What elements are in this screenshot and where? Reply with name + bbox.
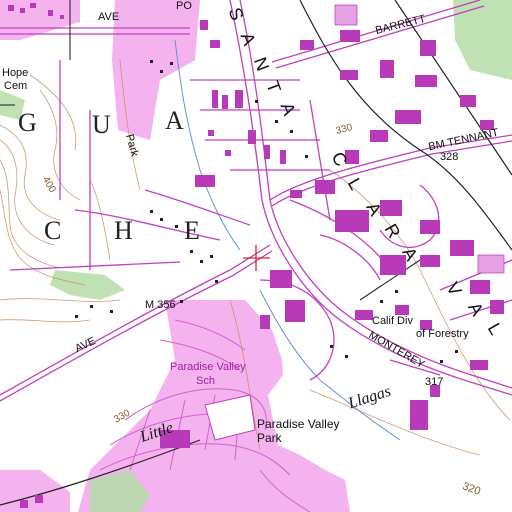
- label-of-forestry: of Forestry: [416, 328, 469, 340]
- label-ave-top: AVE: [98, 11, 120, 23]
- label-elev-317: 317: [425, 376, 444, 388]
- label-guache-c: C: [44, 216, 63, 245]
- label-cem: Cem: [4, 80, 28, 92]
- label-paradise-valley-sch: Paradise Valley: [170, 361, 246, 373]
- label-guache-a: A: [165, 106, 185, 135]
- label-guache-g: G: [18, 108, 38, 137]
- label-guache-e: E: [184, 216, 201, 245]
- map-graphics: [0, 0, 512, 512]
- label-guache-u: U: [92, 110, 112, 139]
- label-park: Park: [257, 431, 282, 445]
- label-po: PO: [176, 0, 192, 12]
- label-paradise-valley-park: Paradise Valley: [257, 417, 340, 431]
- label-calif-div: Calif Div: [372, 315, 413, 327]
- label-guache-h: H: [114, 216, 134, 245]
- label-bm-356: M 356: [145, 299, 176, 311]
- topographic-map: AVE PO BARRETT BM TENNANT Hope Cem S A N…: [0, 0, 512, 512]
- label-sch: Sch: [196, 375, 215, 387]
- label-hope: Hope: [2, 67, 29, 79]
- label-elev-328: 328: [440, 151, 459, 163]
